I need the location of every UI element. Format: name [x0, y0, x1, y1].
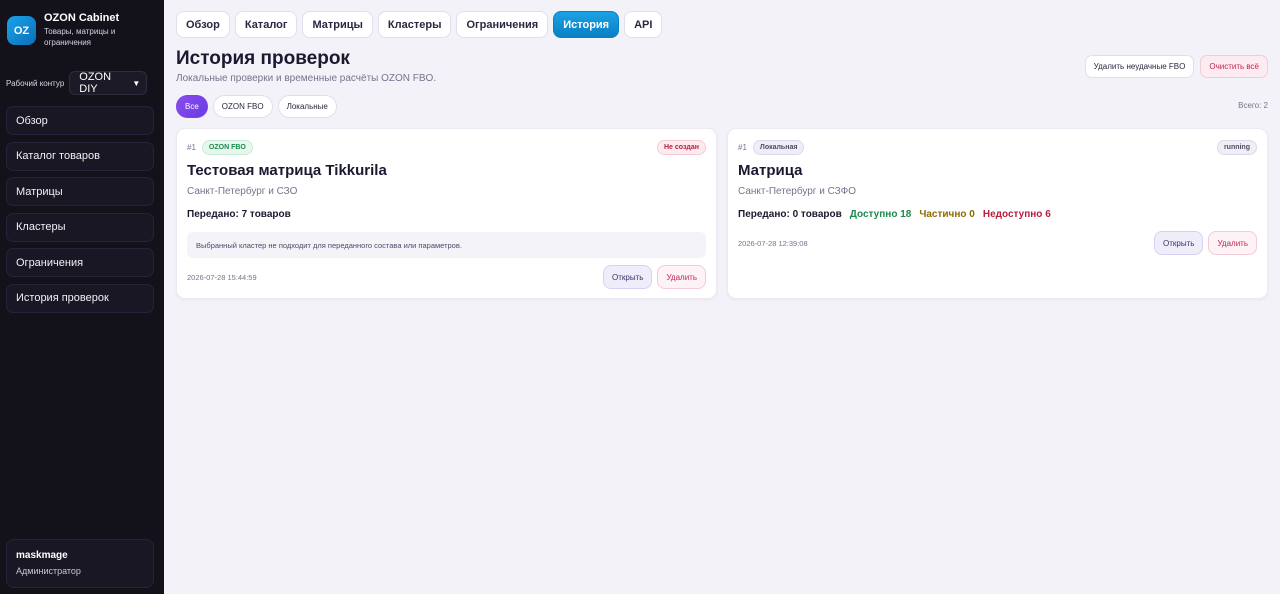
delete-button[interactable]: Удалить: [657, 265, 706, 289]
chevron-down-icon: ▼: [132, 78, 141, 88]
top-tabs: Обзор Каталог Матрицы Кластеры Ограничен…: [176, 11, 663, 38]
transferred-count: Передано: 0 товаров: [738, 209, 842, 220]
sidebar-item-label: Ограничения: [16, 256, 84, 269]
user-card[interactable]: maskmage Администратор: [6, 539, 154, 588]
sidebar-item-overview[interactable]: Обзор: [6, 106, 154, 135]
transferred-count: Передано: 7 товаров: [187, 209, 291, 220]
sidebar-item-label: История проверок: [16, 292, 109, 304]
workspace-label: Рабочий контур: [6, 78, 65, 88]
status-badge: Не создан: [656, 139, 706, 155]
partial-count: Частично 0: [919, 209, 975, 220]
user-role: Администратор: [16, 566, 81, 576]
sidebar-item-label: Матрицы: [16, 185, 63, 198]
card-timestamp: 2026-07-28 15:44:59: [187, 272, 257, 282]
card-error-note: Выбранный кластер не подходит для переда…: [187, 232, 706, 258]
sidebar-nav: Обзор Каталог товаров Матрицы Кластеры О…: [6, 106, 154, 319]
sidebar-item-history[interactable]: История проверок: [6, 283, 154, 313]
filter-local[interactable]: Локальные: [277, 95, 337, 118]
sidebar-item-restrictions[interactable]: Ограничения: [6, 248, 154, 277]
workspace-switcher: Рабочий контур OZON DIY ▼: [6, 71, 148, 95]
sidebar: OZ OZON Cabinet Товары, матрицы и ограни…: [0, 0, 164, 594]
workspace-select[interactable]: OZON DIY ▼: [69, 71, 148, 95]
sidebar-item-label: Кластеры: [16, 221, 66, 233]
delete-button[interactable]: Удалить: [1208, 231, 1257, 255]
available-count: Доступно 18: [849, 209, 912, 220]
filter-chips: Все OZON FBO Локальные: [176, 95, 337, 118]
app-title: OZON Cabinet: [44, 12, 120, 24]
brand: OZ OZON Cabinet Товары, матрицы и ограни…: [7, 12, 156, 48]
card-region: Санкт-Петербург и СЗФО: [738, 186, 856, 197]
delete-failed-fbo-button[interactable]: Удалить неудачные FBO: [1084, 55, 1195, 78]
tab-clusters[interactable]: Кластеры: [377, 11, 452, 38]
tab-overview[interactable]: Обзор: [176, 11, 230, 38]
history-card: #1 Локальная running Матрица Санкт-Петер…: [727, 128, 1268, 299]
sidebar-item-matrices[interactable]: Матрицы: [6, 177, 154, 206]
tab-matrices[interactable]: Матрицы: [302, 11, 373, 38]
sidebar-item-label: Обзор: [16, 114, 48, 127]
card-title: Матрица: [738, 162, 803, 179]
header-actions: Удалить неудачные FBO Очистить всё: [1084, 55, 1268, 78]
page-subtitle: Локальные проверки и временные расчёты O…: [176, 73, 437, 84]
sidebar-item-catalog[interactable]: Каталог товаров: [6, 141, 154, 171]
main-content: Обзор Каталог Матрицы Кластеры Ограничен…: [164, 0, 1280, 594]
workspace-selected-value: OZON DIY: [79, 71, 112, 95]
card-stats: Передано: 0 товаров Доступно 18 Частично…: [738, 209, 1051, 220]
unavailable-count: Недоступно 6: [982, 209, 1051, 220]
open-button[interactable]: Открыть: [603, 265, 653, 289]
card-title: Тестовая матрица Tikkurila: [187, 162, 387, 179]
tab-catalog[interactable]: Каталог: [234, 11, 298, 38]
sidebar-item-clusters[interactable]: Кластеры: [6, 212, 154, 242]
filter-ozon-fbo[interactable]: OZON FBO: [212, 95, 273, 118]
card-timestamp: 2026-07-28 12:39:08: [738, 238, 808, 248]
app-logo: OZ: [7, 16, 36, 45]
status-badge: running: [1216, 139, 1257, 155]
total-count: Всего: 2: [1238, 101, 1268, 110]
sidebar-item-label: Каталог товаров: [16, 150, 100, 162]
card-stats: Передано: 7 товаров: [187, 209, 291, 220]
card-region: Санкт-Петербург и СЗО: [187, 186, 298, 197]
type-badge: OZON FBO: [201, 139, 253, 155]
card-number: #1: [187, 142, 196, 152]
filter-all[interactable]: Все: [176, 95, 208, 118]
type-badge: Локальная: [752, 139, 805, 155]
clear-all-button[interactable]: Очистить всё: [1200, 55, 1268, 78]
user-name: maskmage: [16, 550, 68, 561]
card-number: #1: [738, 142, 747, 152]
history-card: #1 OZON FBO Не создан Тестовая матрица T…: [176, 128, 717, 299]
tab-restrictions[interactable]: Ограничения: [456, 11, 549, 38]
page-title: История проверок: [176, 48, 350, 69]
open-button[interactable]: Открыть: [1154, 231, 1204, 255]
app-subtitle: Товары, матрицы и ограничения: [44, 27, 116, 47]
tab-api[interactable]: API: [624, 11, 663, 38]
tab-history[interactable]: История: [553, 11, 620, 38]
